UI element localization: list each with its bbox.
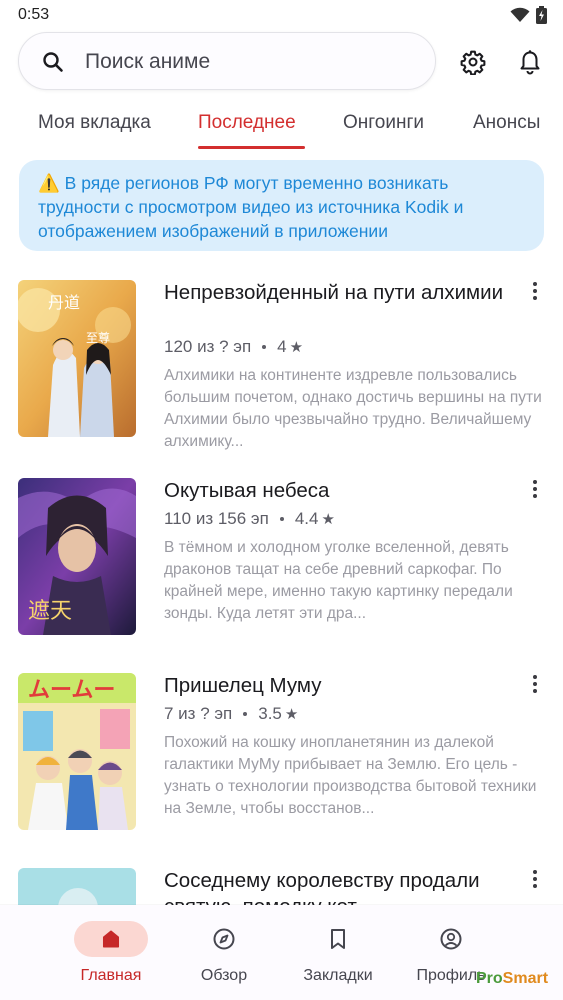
search-input[interactable] xyxy=(85,33,425,91)
rating-value: 3.5 xyxy=(258,704,282,723)
anime-meta: 120 из ? эп 4 ★ xyxy=(164,337,303,357)
search-row xyxy=(0,32,563,91)
anime-cover-image: 遮天 xyxy=(18,478,136,635)
active-tab-indicator xyxy=(198,146,305,149)
episode-count: 120 из ? эп xyxy=(164,337,252,356)
list-item[interactable]: 丹道 至尊 Непревзойденный на пути алхимии 12… xyxy=(0,280,563,450)
notifications-button[interactable] xyxy=(516,48,544,76)
list-item[interactable]: ムームー Пришелец Муму 7 из ? эп 3.5 ★ Похож… xyxy=(0,673,563,833)
nav-browse[interactable]: Обзор xyxy=(169,905,279,1000)
more-options-button[interactable] xyxy=(524,280,546,302)
anime-cover-image: ムームー xyxy=(18,673,136,830)
status-bar: 0:53 xyxy=(0,0,563,30)
episode-count: 110 из 156 эп xyxy=(164,509,269,528)
tab-latest[interactable]: Последнее xyxy=(198,112,296,134)
anime-title: Окутывая небеса xyxy=(164,479,330,502)
bookmark-icon xyxy=(331,929,345,949)
nav-bookmarks[interactable]: Закладки xyxy=(283,905,393,1000)
star-icon: ★ xyxy=(321,511,335,528)
rating-value: 4.4 xyxy=(294,509,319,528)
more-options-button[interactable] xyxy=(524,868,546,890)
gear-icon xyxy=(460,50,486,75)
star-icon: ★ xyxy=(289,339,304,356)
nav-active-pill xyxy=(74,921,148,957)
status-icons xyxy=(510,6,547,24)
status-time: 0:53 xyxy=(18,6,50,23)
anime-title: Пришелец Муму xyxy=(164,674,322,697)
wifi-icon xyxy=(510,7,530,22)
notice-text: В ряде регионов РФ могут временно возник… xyxy=(38,173,464,241)
more-options-button[interactable] xyxy=(524,478,546,500)
tab-announcements[interactable]: Анонсы xyxy=(473,112,540,134)
nav-bookmarks-label: Закладки xyxy=(303,967,373,984)
search-icon xyxy=(43,52,63,72)
anime-cover-image: 丹道 至尊 xyxy=(18,280,136,437)
search-box[interactable] xyxy=(18,32,436,91)
svg-text:至尊: 至尊 xyxy=(86,330,110,345)
watermark: ProSmart xyxy=(476,970,549,987)
more-options-button[interactable] xyxy=(524,673,546,695)
nav-home-label: Главная xyxy=(80,967,142,984)
anime-meta: 7 из ? эп 3.5 ★ xyxy=(164,704,298,724)
list-item[interactable]: 遮天 Окутывая небеса 110 из 156 эп 4.4 ★ В… xyxy=(0,478,563,638)
settings-button[interactable] xyxy=(459,48,487,76)
battery-icon xyxy=(536,6,547,24)
tab-ongoing[interactable]: Онгоинги xyxy=(343,112,424,134)
home-icon xyxy=(102,930,120,948)
anime-description: Алхимики на континенте издревле пользова… xyxy=(164,367,542,450)
svg-text:丹道: 丹道 xyxy=(48,293,80,312)
separator-dot xyxy=(279,517,284,521)
notice-banner: ⚠️ В ряде регионов РФ могут временно воз… xyxy=(19,160,544,251)
tab-bar: Моя вкладка Последнее Онгоинги Анонсы xyxy=(0,100,563,150)
anime-title: Непревзойденный на пути алхимии xyxy=(164,281,504,304)
episode-count: 7 из ? эп xyxy=(164,704,233,723)
svg-text:ムームー: ムームー xyxy=(28,678,115,703)
warning-icon: ⚠️ xyxy=(38,173,60,193)
bell-icon xyxy=(520,50,540,75)
tab-my-tab[interactable]: Моя вкладка xyxy=(38,112,151,134)
separator-dot xyxy=(262,345,267,349)
star-icon: ★ xyxy=(284,706,299,723)
anime-description: Похожий на кошку инопланетянин из далеко… xyxy=(164,734,537,817)
profile-icon xyxy=(440,928,462,950)
compass-icon xyxy=(213,928,235,950)
separator-dot xyxy=(243,712,248,716)
rating-value: 4 xyxy=(277,337,287,356)
nav-browse-label: Обзор xyxy=(200,967,248,984)
anime-meta: 110 из 156 эп 4.4 ★ xyxy=(164,509,335,529)
nav-home[interactable]: Главная xyxy=(56,905,166,1000)
svg-text:遮天: 遮天 xyxy=(28,599,72,624)
anime-description: В тёмном и холодном уголке вселенной, де… xyxy=(164,539,513,622)
